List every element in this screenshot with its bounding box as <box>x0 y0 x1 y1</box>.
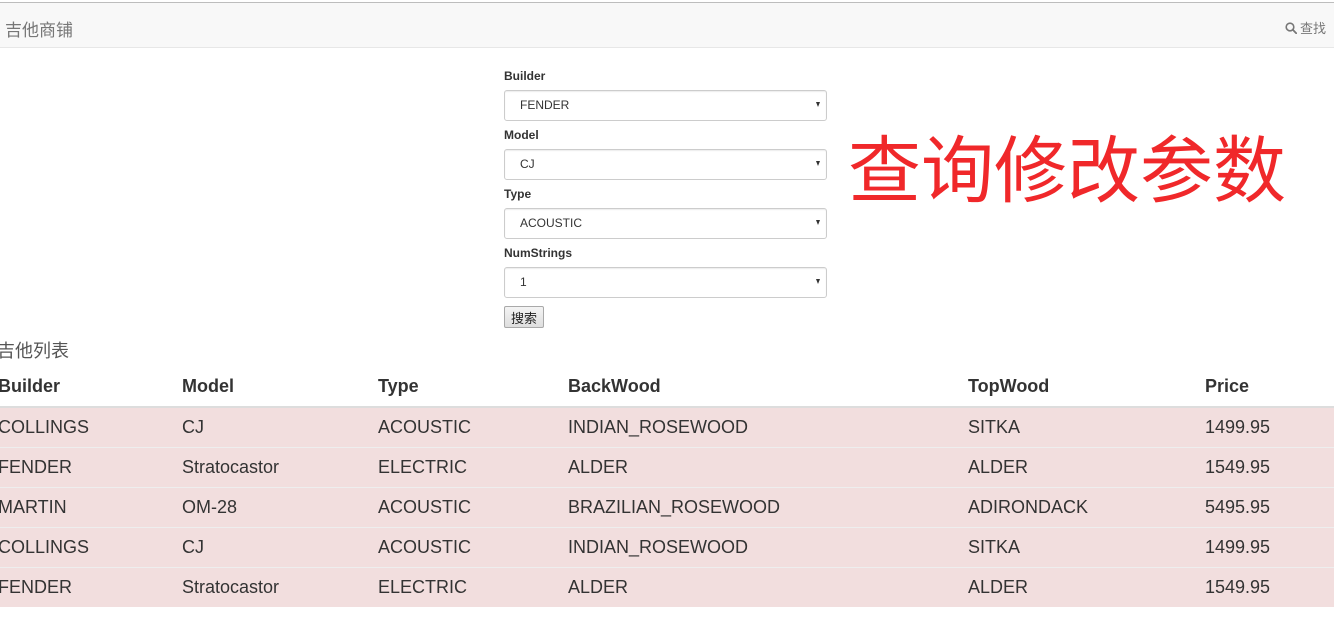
cell-model: CJ <box>182 406 378 448</box>
header-price: Price <box>1205 366 1334 408</box>
cell-topwood: ALDER <box>968 567 1205 607</box>
guitar-table: Builder Model Type BackWood TopWood Pric… <box>0 366 1334 607</box>
annotation-text: 查询修改参数 <box>848 129 1286 214</box>
numstrings-select-value: 1 <box>520 275 527 289</box>
cell-backwood: ALDER <box>568 567 968 607</box>
type-select-value: ACOUSTIC <box>520 216 583 230</box>
header-builder: Builder <box>0 366 182 408</box>
cell-price: 1499.95 <box>1205 406 1334 448</box>
search-button[interactable]: 搜索 <box>504 306 544 328</box>
cell-model: CJ <box>182 527 378 568</box>
cell-topwood: SITKA <box>968 406 1205 448</box>
model-label: Model <box>504 128 539 142</box>
cell-topwood: ALDER <box>968 447 1205 488</box>
cell-price: 5495.95 <box>1205 487 1334 528</box>
model-select-value: CJ <box>520 157 535 171</box>
builder-select[interactable]: FENDER <box>504 90 827 121</box>
cell-builder: COLLINGS <box>0 406 182 448</box>
cell-builder: FENDER <box>0 447 182 488</box>
header-backwood: BackWood <box>568 366 968 408</box>
nav-search-link[interactable]: 查找 <box>1285 18 1326 37</box>
caret-down-icon <box>816 279 820 284</box>
cell-model: OM-28 <box>182 487 378 528</box>
cell-price: 1549.95 <box>1205 567 1334 607</box>
cell-builder: FENDER <box>0 567 182 607</box>
type-select[interactable]: ACOUSTIC <box>504 208 827 239</box>
builder-select-value: FENDER <box>520 98 570 112</box>
cell-backwood: INDIAN_ROSEWOOD <box>568 527 968 568</box>
cell-builder: MARTIN <box>0 487 182 528</box>
cell-topwood: ADIRONDACK <box>968 487 1205 528</box>
builder-label: Builder <box>504 69 546 83</box>
table-header-row: Builder Model Type BackWood TopWood Pric… <box>0 366 1334 408</box>
cell-type: ELECTRIC <box>378 567 568 607</box>
caret-down-icon <box>816 220 820 225</box>
cell-price: 1549.95 <box>1205 447 1334 488</box>
caret-down-icon <box>816 102 820 107</box>
table-row: COLLINGS CJ ACOUSTIC INDIAN_ROSEWOOD SIT… <box>0 406 1334 448</box>
cell-backwood: BRAZILIAN_ROSEWOOD <box>568 487 968 528</box>
numstrings-select[interactable]: 1 <box>504 267 827 298</box>
cell-model: Stratocastor <box>182 447 378 488</box>
cell-price: 1499.95 <box>1205 527 1334 568</box>
brand-link[interactable]: 吉他商铺 <box>5 16 73 41</box>
header-topwood: TopWood <box>968 366 1205 408</box>
nav-search-label: 查找 <box>1299 21 1326 36</box>
cell-topwood: SITKA <box>968 527 1205 568</box>
numstrings-label: NumStrings <box>504 246 573 260</box>
cell-type: ACOUSTIC <box>378 487 568 528</box>
header-type: Type <box>378 366 568 408</box>
search-form: Builder FENDER Model CJ Type ACOUSTIC Nu… <box>504 68 828 328</box>
caret-down-icon <box>816 161 820 166</box>
cell-builder: COLLINGS <box>0 527 182 568</box>
type-label: Type <box>504 187 532 201</box>
model-select[interactable]: CJ <box>504 149 827 180</box>
table-row: COLLINGS CJ ACOUSTIC INDIAN_ROSEWOOD SIT… <box>0 527 1334 568</box>
cell-backwood: INDIAN_ROSEWOOD <box>568 406 968 448</box>
cell-type: ELECTRIC <box>378 447 568 488</box>
header-model: Model <box>182 366 378 408</box>
search-icon <box>1285 21 1297 34</box>
cell-backwood: ALDER <box>568 447 968 488</box>
guitar-list-title: 吉他列表 <box>0 341 69 361</box>
cell-model: Stratocastor <box>182 567 378 607</box>
table-row: FENDER Stratocastor ELECTRIC ALDER ALDER… <box>0 447 1334 488</box>
navbar: 吉他商铺 查找 <box>0 2 1334 48</box>
cell-type: ACOUSTIC <box>378 527 568 568</box>
table-row: MARTIN OM-28 ACOUSTIC BRAZILIAN_ROSEWOOD… <box>0 487 1334 528</box>
table-row: FENDER Stratocastor ELECTRIC ALDER ALDER… <box>0 567 1334 607</box>
cell-type: ACOUSTIC <box>378 406 568 448</box>
